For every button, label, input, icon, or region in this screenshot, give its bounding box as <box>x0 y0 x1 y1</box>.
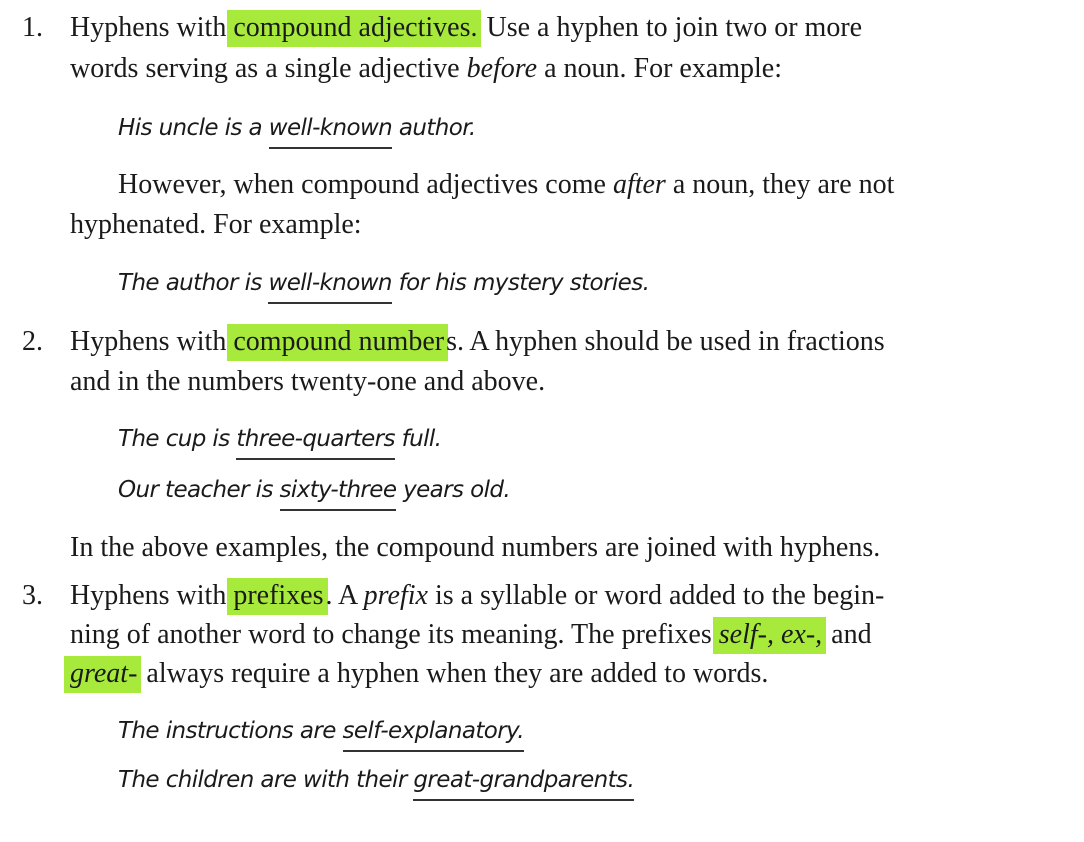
underlined-term: well-known <box>268 270 392 304</box>
text: Our teacher is <box>118 477 280 503</box>
item-2-heading-line: Hyphens with compound numbers. A hyphen … <box>70 324 885 361</box>
emphasis-prefix: prefix <box>363 580 428 611</box>
underlined-term: self-explanatory. <box>342 718 525 752</box>
example-sixty-three: Our teacher is sixty-three years old. <box>118 475 511 511</box>
item-3-heading-line: Hyphens with prefixes. A prefix is a syl… <box>70 578 885 615</box>
underlined-term: great-grandparents. <box>413 767 635 801</box>
highlight-compound-adjectives: compound adjectives. <box>227 10 482 47</box>
text: The author is <box>118 270 269 296</box>
text: Hyphens with <box>70 326 234 357</box>
text: is a syllable or word added to the begin… <box>427 580 885 611</box>
text: . A <box>325 580 364 611</box>
text: years old. <box>396 477 511 503</box>
text: for his mystery stories. <box>391 270 650 296</box>
highlight-compound-numbers: compound number <box>227 324 449 361</box>
text: ning of another word to change its meani… <box>70 619 719 650</box>
text: The cup is <box>118 426 237 452</box>
underlined-term: well-known <box>268 115 393 149</box>
item-1-paragraph: However, when compound adjectives come a… <box>118 167 894 203</box>
example-self-explanatory: The instructions are self-explanatory. <box>118 716 525 752</box>
item-2-number: 2. <box>22 326 43 357</box>
item-3-number: 3. <box>22 580 43 611</box>
item-1-paragraph-line-2: hyphenated. For example: <box>70 209 362 240</box>
emphasis-after: after <box>612 169 666 200</box>
highlight-self-ex: self-, ex-, <box>712 617 827 654</box>
text: Hyphens with <box>70 12 234 43</box>
text: a noun. For example: <box>537 53 783 84</box>
text: The instructions are <box>118 718 343 744</box>
item-2-paragraph: In the above examples, the compound numb… <box>70 532 881 563</box>
text: words serving as a single adjective <box>70 53 467 84</box>
item-1-line-2: words serving as a single adjective befo… <box>70 51 782 87</box>
text: However, when compound adjectives come <box>118 169 613 200</box>
text: Hyphens with <box>70 580 234 611</box>
underlined-term: three-quarters <box>236 426 396 460</box>
text: Use a hyphen to join two or more <box>479 12 863 43</box>
text: always require a hyphen when they are ad… <box>139 658 769 689</box>
example-mystery-stories: The author is well-known for his mystery… <box>118 268 650 304</box>
item-1-number: 1. <box>22 12 43 43</box>
underlined-term: sixty-three <box>279 477 397 511</box>
text: s. A hyphen should be used in fractions <box>446 326 885 357</box>
highlight-great: great- <box>64 656 142 693</box>
example-great-grandparents: The children are with their great-grandp… <box>118 765 635 801</box>
item-1-heading-line: Hyphens with compound adjectives. Use a … <box>70 10 863 47</box>
item-3-line-2: ning of another word to change its meani… <box>70 617 872 654</box>
highlight-prefixes: prefixes <box>227 578 328 615</box>
text: The children are with their <box>118 767 414 793</box>
text: a noun, they are not <box>665 169 895 200</box>
example-three-quarters: The cup is three-quarters full. <box>118 424 442 460</box>
item-3-line-3: great- always require a hyphen when they… <box>64 656 769 693</box>
text: author. <box>392 115 476 141</box>
text: full. <box>394 426 442 452</box>
text: and <box>824 619 872 650</box>
text: His uncle is a <box>118 115 269 141</box>
example-well-known-author: His uncle is a well-known author. <box>118 113 476 149</box>
item-2-line-2: and in the numbers twenty-one and above. <box>70 366 546 397</box>
emphasis-before: before <box>466 53 538 84</box>
